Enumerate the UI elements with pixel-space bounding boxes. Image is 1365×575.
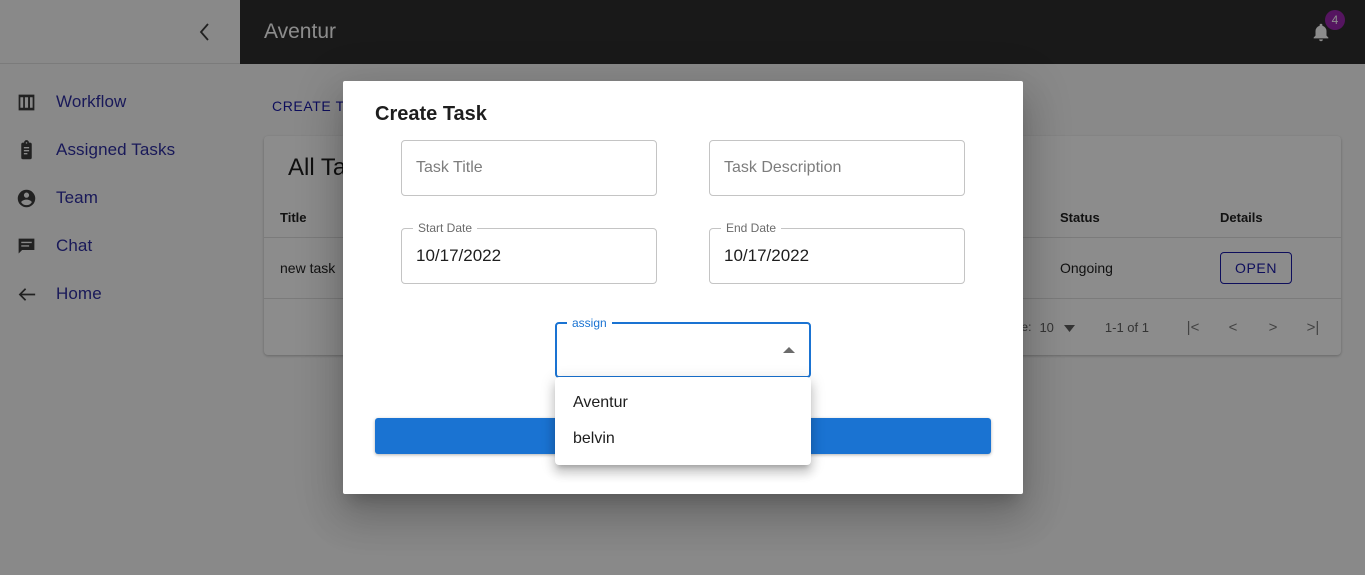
task-description-placeholder: Task Description <box>724 159 842 176</box>
assign-select-wrap: assign <box>555 316 811 378</box>
chevron-up-icon <box>783 347 795 353</box>
create-task-dialog: Create Task Task Title Task Description … <box>343 81 1023 494</box>
start-date-value: 10/17/2022 <box>416 246 502 265</box>
dialog-row-2: Start Date 10/17/2022 End Date 10/17/202… <box>343 221 1023 284</box>
task-description-input[interactable]: Task Description <box>709 140 965 196</box>
start-date-label: Start Date <box>413 221 478 235</box>
assign-label: assign <box>567 316 612 330</box>
task-title-input[interactable]: Task Title <box>401 140 657 196</box>
end-date-label: End Date <box>721 221 782 235</box>
start-date-input[interactable]: Start Date 10/17/2022 <box>401 221 657 284</box>
assign-option-belvin[interactable]: belvin <box>555 421 811 457</box>
task-title-placeholder: Task Title <box>416 159 483 176</box>
app-root: Workflow Assigned Tasks Team Chat Home A… <box>0 0 1365 575</box>
end-date-value: 10/17/2022 <box>724 246 810 265</box>
dialog-row-1: Task Title Task Description <box>343 140 1023 196</box>
assign-select[interactable]: assign <box>555 316 811 378</box>
assign-option-aventur[interactable]: Aventur <box>555 385 811 421</box>
dialog-title: Create Task <box>375 103 487 125</box>
end-date-input[interactable]: End Date 10/17/2022 <box>709 221 965 284</box>
assign-options-panel: Aventur belvin <box>555 377 811 465</box>
